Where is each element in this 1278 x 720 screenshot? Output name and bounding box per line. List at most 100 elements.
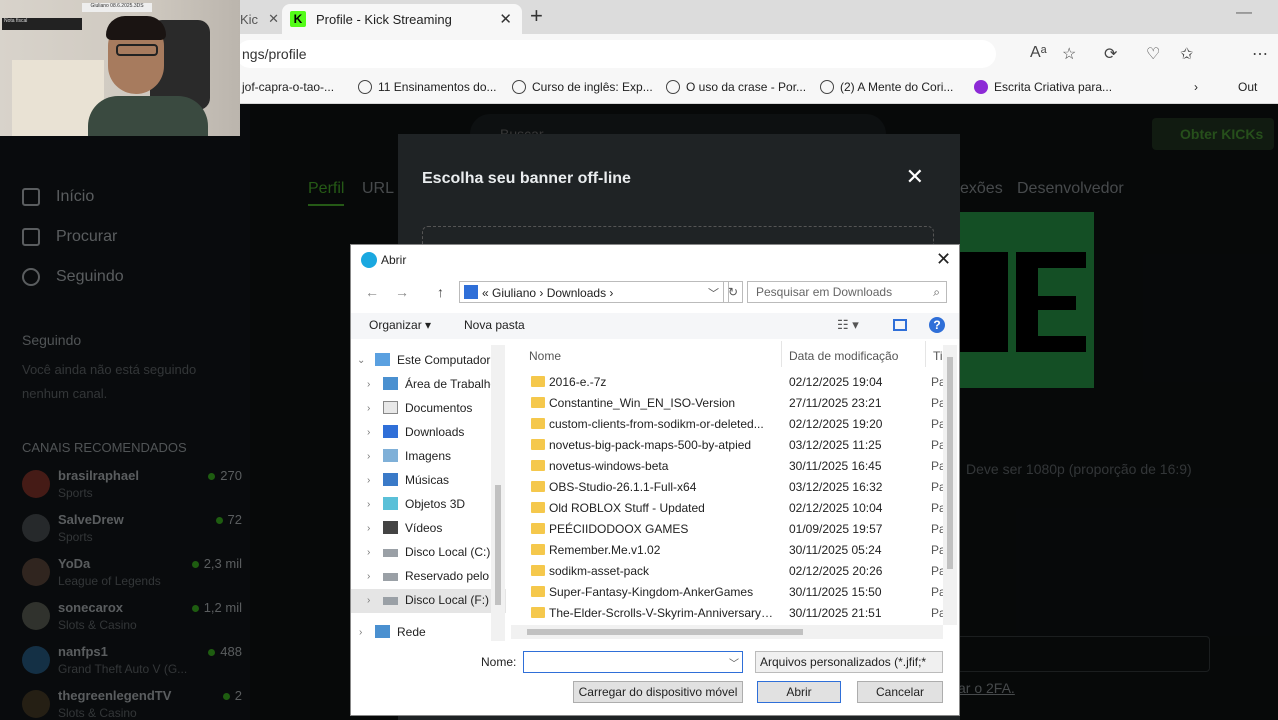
chevron-right-icon[interactable]: ›	[367, 571, 370, 582]
bookmark-item[interactable]: 11 Ensinamentos do...	[358, 80, 497, 94]
file-name-input[interactable]	[523, 651, 743, 673]
dialog-address-bar[interactable]: « Giuliano › Downloads › ﹀	[459, 281, 729, 303]
open-button[interactable]: Abrir	[757, 681, 841, 703]
folder-icon	[531, 460, 545, 471]
read-aloud-icon[interactable]: Aᵃ	[1030, 44, 1047, 62]
chevron-down-icon[interactable]: ﹀	[729, 655, 739, 670]
browser-tab-previous[interactable]: Kic ✕	[240, 4, 282, 34]
favorites-icon[interactable]: ✩	[1180, 44, 1193, 64]
file-row[interactable]: Super-Fantasy-Kingdom-AnkerGames 30/11/20…	[511, 582, 951, 603]
chevron-right-icon[interactable]: ›	[367, 379, 370, 390]
file-type-select[interactable]: Arquivos personalizados (*.jfif;*	[755, 651, 943, 673]
horizontal-scrollbar-thumb[interactable]	[527, 629, 803, 635]
folder-icon	[531, 586, 545, 597]
up-arrow-icon[interactable]: ↑	[437, 284, 444, 300]
chevron-right-icon[interactable]: ›	[367, 451, 370, 462]
chevron-right-icon[interactable]: ›	[367, 595, 370, 606]
tree-item[interactable]: › Documentos	[351, 397, 506, 421]
upload-from-mobile-button[interactable]: Carregar do dispositivo móvel	[573, 681, 743, 703]
file-row[interactable]: novetus-windows-beta 30/11/2025 16:45 Pa	[511, 456, 951, 477]
preview-pane-icon[interactable]	[893, 319, 907, 331]
bookmark-folder[interactable]: Out	[1238, 80, 1257, 94]
star-icon[interactable]: ☆	[1062, 44, 1076, 64]
tree-item[interactable]: › Músicas	[351, 469, 506, 493]
column-divider[interactable]	[925, 341, 926, 367]
folder-icon	[531, 607, 545, 618]
tree-item[interactable]: › Imagens	[351, 445, 506, 469]
close-icon[interactable]: ✕	[499, 10, 512, 28]
edge-browser-icon	[361, 252, 377, 268]
search-input[interactable]: Pesquisar em Downloads ⌕	[747, 281, 947, 303]
bookmark-item[interactable]: (2) A Mente do Cori...	[820, 80, 953, 94]
tree-item[interactable]: › Vídeos	[351, 517, 506, 541]
file-row[interactable]: novetus-big-pack-maps-500-by-atpied 03/12…	[511, 435, 951, 456]
column-divider[interactable]	[781, 341, 782, 367]
bookmark-item[interactable]: Curso de inglês: Exp...	[512, 80, 653, 94]
tree-item[interactable]: › Downloads	[351, 421, 506, 445]
tree-item-selected[interactable]: › Disco Local (F:)	[351, 589, 506, 613]
chevron-right-icon[interactable]: ›	[1194, 80, 1198, 94]
file-row[interactable]: PEÉCIIDODOOX GAMES 01/09/2025 19:57 Pa	[511, 519, 951, 540]
bookmark-item[interactable]: O uso da crase - Por...	[666, 80, 806, 94]
chevron-right-icon[interactable]: ›	[367, 475, 370, 486]
file-row[interactable]: custom-clients-from-sodikm-or-deleted...…	[511, 414, 951, 435]
browser-essentials-icon[interactable]: ♡	[1146, 44, 1160, 64]
forward-arrow-icon[interactable]: →	[395, 284, 409, 300]
new-folder-button[interactable]: Nova pasta	[464, 318, 525, 332]
file-row[interactable]: sodikm-asset-pack 02/12/2025 20:26 Pa	[511, 561, 951, 582]
cancel-button[interactable]: Cancelar	[857, 681, 943, 703]
chevron-right-icon[interactable]: ›	[367, 427, 370, 438]
new-tab-plus-icon[interactable]: +	[530, 3, 543, 29]
kick-favicon-icon: K	[290, 11, 306, 27]
file-row[interactable]: Old ROBLOX Stuff - Updated 02/12/2025 10:…	[511, 498, 951, 519]
tree-item[interactable]: › Reservado pelo S	[351, 565, 506, 589]
close-icon[interactable]: ✕	[936, 249, 951, 270]
file-open-dialog: Abrir ✕ ← → ↑ « Giuliano › Downloads › ﹀…	[350, 244, 960, 716]
refresh-icon[interactable]: ↻	[723, 281, 743, 303]
chevron-down-icon[interactable]: ﹀	[708, 285, 719, 301]
chevron-right-icon[interactable]: ›	[359, 627, 362, 638]
bookmark-item[interactable]: Escrita Criativa para...	[974, 80, 1112, 94]
browser-tab-active[interactable]: K Profile - Kick Streaming ✕	[282, 4, 522, 34]
column-header-name[interactable]: Nome	[529, 349, 561, 363]
chevron-right-icon[interactable]: ›	[367, 523, 370, 534]
chevron-right-icon[interactable]: ›	[367, 547, 370, 558]
chevron-down-icon[interactable]: ⌄	[357, 355, 365, 366]
drive-icon	[383, 573, 398, 581]
webcam-person-glasses	[116, 44, 158, 56]
column-header-type[interactable]: Ti	[933, 349, 943, 363]
extensions-icon[interactable]: ⟳	[1104, 44, 1117, 64]
dialog-titlebar[interactable]: Abrir ✕	[351, 245, 959, 275]
chevron-right-icon[interactable]: ›	[367, 403, 370, 414]
file-row[interactable]: Remember.Me.v1.02 30/11/2025 05:24 Pa	[511, 540, 951, 561]
file-row[interactable]: The-Elder-Scrolls-V-Skyrim-Anniversary-.…	[511, 603, 951, 624]
tree-scrollbar-thumb[interactable]	[495, 485, 501, 605]
close-icon[interactable]: ✕	[906, 164, 924, 190]
close-icon[interactable]: ✕	[268, 11, 279, 27]
back-arrow-icon[interactable]: ←	[365, 284, 379, 300]
modal-title: Escolha seu banner off-line	[422, 170, 631, 187]
more-icon[interactable]: ⋯	[1252, 44, 1268, 64]
minimize-icon[interactable]: —	[1236, 4, 1252, 22]
tree-item[interactable]: › Disco Local (C:)	[351, 541, 506, 565]
help-icon[interactable]: ?	[929, 317, 945, 333]
computer-icon	[375, 353, 390, 366]
file-list-scrollbar-thumb[interactable]	[947, 357, 953, 569]
tree-item[interactable]: ⌄ Este Computador	[351, 349, 506, 373]
url-field[interactable]: ngs/profile	[236, 40, 996, 68]
tree-item[interactable]: › Rede	[351, 621, 506, 645]
column-header-date[interactable]: Data de modificação	[789, 349, 898, 363]
bookmark-item[interactable]: jof-capra-o-tao-...	[242, 80, 334, 94]
webcam-person-hair	[106, 16, 166, 40]
view-options-icon[interactable]: ☷ ▾	[837, 317, 859, 333]
tree-item[interactable]: › Objetos 3D	[351, 493, 506, 517]
file-row[interactable]: OBS-Studio-26.1.1-Full-x64 03/12/2025 16:…	[511, 477, 951, 498]
organize-button[interactable]: Organizar ▾	[369, 318, 431, 332]
folder-icon	[531, 481, 545, 492]
file-name-label: Nome:	[481, 655, 517, 669]
folder-icon	[531, 418, 545, 429]
file-row[interactable]: 2016-e.-7z 02/12/2025 19:04 Pa	[511, 372, 951, 393]
file-row[interactable]: Constantine_Win_EN_ISO-Version 27/11/2025…	[511, 393, 951, 414]
chevron-right-icon[interactable]: ›	[367, 499, 370, 510]
tree-item[interactable]: › Área de Trabalho	[351, 373, 506, 397]
